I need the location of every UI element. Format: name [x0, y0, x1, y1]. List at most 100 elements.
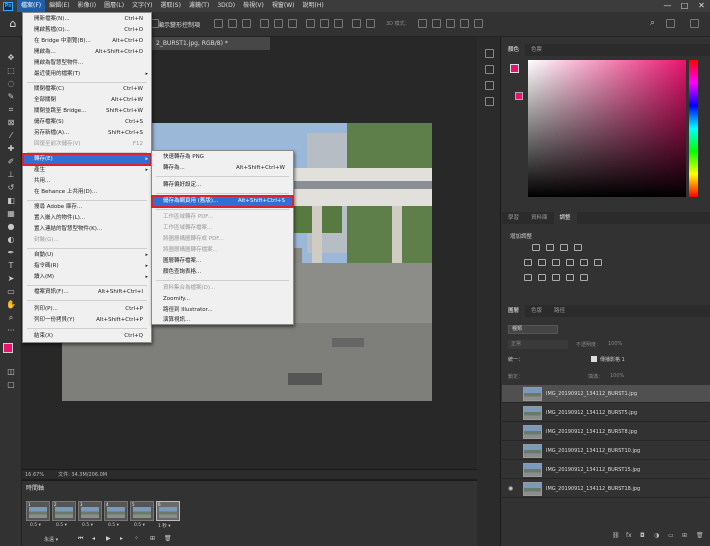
- quick-select-tool-icon[interactable]: ✎: [4, 91, 18, 102]
- gradient-tool-icon[interactable]: ▦: [4, 208, 18, 219]
- eraser-tool-icon[interactable]: ◧: [4, 195, 18, 206]
- menu-item-place-linked[interactable]: 置入連結的智慧型物件(K)...: [23, 224, 151, 235]
- paragraph-panel-icon[interactable]: [485, 81, 494, 90]
- foreground-color-swatch[interactable]: [3, 343, 13, 353]
- menu-item-generate[interactable]: 產生 ▸: [23, 165, 151, 176]
- hue-slider[interactable]: [689, 60, 698, 197]
- menu-window[interactable]: 視窗(W): [268, 0, 299, 12]
- curves-icon[interactable]: [560, 244, 568, 251]
- menu-item-color-lookup-tables[interactable]: 顏色查詢表格...: [152, 267, 293, 278]
- menu-item-export-preferences[interactable]: 轉存偏好設定...: [152, 180, 293, 191]
- threshold-icon[interactable]: [552, 274, 560, 281]
- frame-delay[interactable]: 0.5 ▾: [82, 523, 93, 528]
- distribute-icon[interactable]: [352, 19, 361, 28]
- menu-item-export[interactable]: 轉存(E) ▸: [22, 153, 152, 166]
- align-icon[interactable]: [214, 19, 223, 28]
- history-panel-icon[interactable]: [485, 49, 494, 58]
- menu-file[interactable]: 檔案(F): [17, 0, 46, 12]
- close-button[interactable]: ✕: [693, 0, 710, 12]
- character-panel-icon[interactable]: [485, 97, 494, 106]
- menu-item-new[interactable]: 開新檔案(N)... Ctrl+N: [23, 14, 151, 25]
- selective-color-icon[interactable]: [580, 274, 588, 281]
- timeline-frame[interactable]: 6: [156, 501, 180, 521]
- first-frame-icon[interactable]: ⏮: [78, 535, 83, 543]
- menu-item-save-as[interactable]: 另存新檔(A)... Shift+Ctrl+S: [23, 128, 151, 139]
- link-layers-icon[interactable]: ⛓: [612, 532, 620, 539]
- history-brush-tool-icon[interactable]: ↺: [4, 182, 18, 193]
- search-icon[interactable]: ⌕: [650, 18, 655, 28]
- menu-type[interactable]: 文字(Y): [128, 0, 156, 12]
- menu-item-package[interactable]: 封裝(G)...: [23, 235, 151, 246]
- menu-item-open-as[interactable]: 開啟為... Alt+Shift+Ctrl+O: [23, 47, 151, 58]
- brush-tool-icon[interactable]: ✐: [4, 156, 18, 167]
- timeline-frame[interactable]: 5: [130, 501, 154, 521]
- add-mask-icon[interactable]: ◘: [640, 532, 645, 539]
- menu-item-open[interactable]: 開啟舊檔(O)... Ctrl+O: [23, 25, 151, 36]
- opacity-value[interactable]: 100%: [608, 341, 622, 347]
- menu-item-share-behance[interactable]: 在 Behance 上共用(D)...: [23, 187, 151, 198]
- timeline-title[interactable]: 時間軸: [26, 483, 44, 492]
- frame-delay[interactable]: 0.5 ▾: [108, 523, 119, 528]
- document-size[interactable]: 文件: 34.3M/206.0M: [58, 471, 107, 478]
- fill-value[interactable]: 100%: [610, 373, 624, 379]
- posterize-icon[interactable]: [538, 274, 546, 281]
- color-balance-icon[interactable]: [552, 259, 560, 266]
- eyedropper-tool-icon[interactable]: ⁄: [4, 130, 18, 141]
- menu-3d[interactable]: 3D(D): [213, 0, 239, 12]
- menu-select[interactable]: 選取(S): [156, 0, 185, 12]
- hand-tool-icon[interactable]: ✋: [4, 299, 18, 310]
- menu-item-save-for-web[interactable]: 儲存為網頁用 (舊版)... Alt+Shift+Ctrl+S: [151, 195, 294, 208]
- tab-color[interactable]: 顏色: [502, 44, 526, 56]
- layer-row[interactable]: IMG_20190912_134112_BURST5.jpg: [502, 404, 710, 422]
- delete-frame-icon[interactable]: 🗑: [164, 535, 172, 542]
- loop-options[interactable]: 永遠 ▾: [44, 536, 58, 543]
- new-adjustment-icon[interactable]: ◑: [654, 532, 659, 539]
- tab-adjustments[interactable]: 調整: [553, 212, 577, 224]
- color-panel-background-swatch[interactable]: [515, 92, 523, 100]
- tab-channels[interactable]: 色版: [525, 305, 548, 317]
- menu-item-search-stock[interactable]: 搜尋 Adobe 庫存...: [23, 202, 151, 213]
- photo-filter-icon[interactable]: [580, 259, 588, 266]
- show-transform-controls-label[interactable]: 顯示變形控制項: [158, 20, 200, 29]
- menu-item-comps-to-pdf[interactable]: 將圖層構圖轉存成 PDF...: [152, 234, 293, 245]
- menu-item-close-go-bridge[interactable]: 關閉並跳至 Bridge... Shift+Ctrl+W: [23, 106, 151, 117]
- menu-item-browse-bridge[interactable]: 在 Bridge 中瀏覽(B)... Alt+Ctrl+O: [23, 36, 151, 47]
- 3d-scale-icon[interactable]: [474, 19, 483, 28]
- minimize-button[interactable]: —: [659, 0, 676, 12]
- color-panel-foreground-swatch[interactable]: [510, 64, 519, 73]
- menu-item-comps-to-files[interactable]: 將圖層構圖轉存檔案...: [152, 245, 293, 256]
- menu-item-print-one-copy[interactable]: 列印一份拷貝(Y) Alt+Shift+Ctrl+P: [23, 315, 151, 326]
- type-tool-icon[interactable]: T: [4, 260, 18, 271]
- menu-item-close[interactable]: 關閉檔案(C) Ctrl+W: [23, 84, 151, 95]
- timeline-frame[interactable]: 4: [104, 501, 128, 521]
- align-icon[interactable]: [260, 19, 269, 28]
- zoom-level[interactable]: 16.67%: [25, 472, 44, 478]
- blend-mode-select[interactable]: 正常: [508, 340, 568, 349]
- tab-swatches[interactable]: 色票: [525, 44, 548, 56]
- align-icon[interactable]: [274, 19, 283, 28]
- align-icon[interactable]: [288, 19, 297, 28]
- lasso-tool-icon[interactable]: ◌: [4, 78, 18, 89]
- frame-tool-icon[interactable]: ⊠: [4, 117, 18, 128]
- hue-saturation-icon[interactable]: [538, 259, 546, 266]
- menu-edit[interactable]: 編輯(E): [45, 0, 73, 12]
- 3d-rotate-icon[interactable]: [418, 19, 427, 28]
- tab-learn[interactable]: 學習: [502, 212, 525, 224]
- menu-item-share[interactable]: 共用...: [23, 176, 151, 187]
- layer-kind-filter[interactable]: 種類: [508, 325, 558, 334]
- menu-item-save[interactable]: 儲存檔案(S) Ctrl+S: [23, 117, 151, 128]
- levels-icon[interactable]: [546, 244, 554, 251]
- tab-layers[interactable]: 圖層: [502, 305, 526, 317]
- menu-item-layers-to-files[interactable]: 圖層轉存檔案...: [152, 256, 293, 267]
- layer-row[interactable]: IMG_20190912_134112_BURST15.jpg: [502, 461, 710, 479]
- next-frame-icon[interactable]: ▸: [120, 535, 123, 542]
- menu-item-scripts[interactable]: 指令碼(R) ▸: [23, 261, 151, 272]
- quick-mask-icon[interactable]: ◫: [4, 366, 18, 377]
- properties-panel-icon[interactable]: [485, 65, 494, 74]
- menu-item-open-smart-object[interactable]: 開啟為智慧型物件...: [23, 58, 151, 69]
- more-icon[interactable]: [366, 19, 375, 28]
- workspace-icon[interactable]: [666, 19, 675, 28]
- menu-item-place-embedded[interactable]: 置入嵌入的物件(L)...: [23, 213, 151, 224]
- frame-delay[interactable]: 1 秒 ▾: [158, 523, 170, 529]
- menu-item-render-video[interactable]: 演算視訊...: [152, 315, 293, 326]
